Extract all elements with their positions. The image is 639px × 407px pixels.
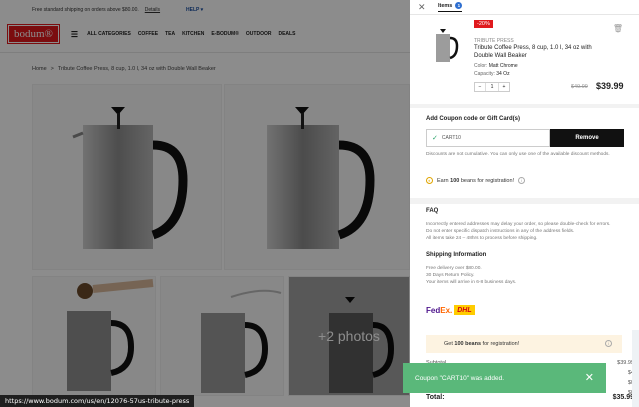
coupon-title: Add Coupon code or Gift Card(s)	[426, 116, 520, 122]
coupon-note: Discounts are not cumulative. You can on…	[426, 152, 610, 157]
discount-badge: -20%	[474, 20, 493, 28]
coupon-code-value: CART10	[441, 135, 461, 141]
check-icon: ✓	[432, 135, 438, 142]
faq-title: FAQ	[426, 208, 439, 214]
original-price: $49.99	[571, 84, 588, 90]
info-icon[interactable]: i	[518, 177, 526, 184]
shipping-line: 30 Days Return Policy.	[426, 273, 475, 279]
link-status-bar: https://www.bodum.com/us/en/12076-57us-t…	[0, 395, 195, 407]
beans-banner: Get 100 beans for registration! i	[426, 335, 622, 353]
section-spacer	[410, 104, 639, 108]
bean-icon: ◐	[426, 177, 433, 184]
dhl-logo: DHL	[454, 305, 475, 315]
toast-message: Coupon "CART10" was added.	[415, 374, 505, 382]
coupon-section: Add Coupon code or Gift Card(s) ✓ CART10…	[410, 110, 639, 198]
qty-plus-button[interactable]: +	[499, 83, 509, 91]
faq-line: Incorrectly entered addresses may delay …	[426, 222, 611, 227]
item-name[interactable]: Tribute Coffee Press, 8 cup, 1.0 l, 34 o…	[474, 44, 604, 60]
total-value: $35.99	[612, 394, 634, 401]
item-capacity: Capacity: 34 Oz	[474, 71, 510, 77]
quantity-stepper: − 1 +	[474, 82, 510, 92]
carrier-logos: FedEx. DHL	[426, 305, 475, 315]
drawer-header: ✕ Items 1	[410, 0, 639, 14]
section-spacer	[410, 198, 639, 204]
trash-icon[interactable]: 🗑	[613, 24, 623, 33]
scrollbar-track[interactable]	[632, 330, 639, 407]
beans-banner-text: Get 100 beans for registration!	[444, 341, 520, 347]
item-color-label: Color:	[474, 63, 488, 69]
cart-item-image[interactable]	[430, 26, 460, 66]
faq-line: All items take 24 – 48hrs to process bef…	[426, 235, 538, 241]
beans-promo: ◐ Earn 100 beans for registration! i	[426, 177, 526, 184]
item-capacity-label: Capacity:	[474, 71, 495, 77]
total-label: Total:	[426, 394, 445, 401]
close-icon[interactable]: ✕	[418, 2, 426, 13]
item-color-value: Matt Chrome	[488, 63, 518, 69]
item-capacity-value: 34 Oz	[496, 71, 510, 77]
tab-items-label: Items	[438, 2, 453, 9]
faq-line: Do not enter specific dispatch instructi…	[426, 228, 575, 234]
cart-item: -20% 🗑 TRIBUTE PRESS Tribute Coffee Pres…	[410, 16, 639, 102]
coupon-input[interactable]: ✓ CART10	[426, 129, 550, 147]
sale-price: $39.99	[596, 81, 624, 91]
cart-drawer: ✕ Items 1 -20% 🗑 TRIBUTE PRESS Tribute C…	[410, 0, 639, 407]
shipping-title: Shipping Information	[426, 252, 487, 259]
item-color: Color: Matt Chrome	[474, 63, 518, 69]
info-icon[interactable]: i	[605, 340, 612, 347]
toast-close-icon[interactable]: ✕	[585, 371, 594, 384]
total-row: Total: $35.99	[426, 394, 634, 401]
remove-coupon-button[interactable]: Remove	[550, 129, 624, 147]
beans-text: Earn 100 beans for registration!	[437, 177, 515, 184]
shipping-line: Your items will arrive in 6-8 business d…	[426, 279, 517, 285]
qty-value[interactable]: 1	[485, 83, 499, 91]
coupon-added-toast: Coupon "CART10" was added. ✕	[403, 363, 606, 393]
modal-backdrop[interactable]	[0, 0, 410, 407]
faq-section: FAQ Incorrectly entered addresses may de…	[426, 208, 631, 287]
fedex-logo: FedEx.	[426, 305, 453, 315]
drawer-divider	[410, 14, 639, 15]
tab-items[interactable]: Items 1	[438, 2, 463, 12]
items-count-badge: 1	[455, 2, 463, 9]
qty-minus-button[interactable]: −	[475, 83, 485, 91]
